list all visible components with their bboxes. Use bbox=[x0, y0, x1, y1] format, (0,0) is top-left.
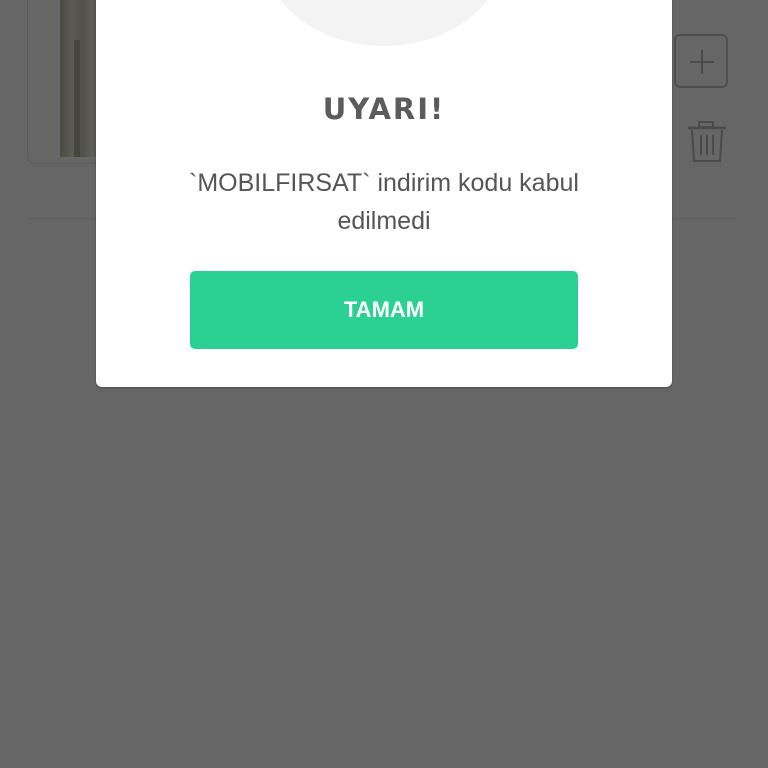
dialog-message: `MOBILFIRSAT` indirim kodu kabul edilmed… bbox=[189, 169, 579, 235]
product-image bbox=[60, 0, 100, 157]
trash-icon bbox=[688, 121, 726, 162]
delete-item-button[interactable] bbox=[686, 120, 728, 168]
alert-dialog: UYARI! `MOBILFIRSAT` indirim kodu kabul … bbox=[96, 0, 672, 387]
ok-button[interactable]: TAMAM bbox=[190, 271, 578, 349]
plus-icon bbox=[690, 50, 714, 74]
sad-face-icon bbox=[264, 0, 504, 46]
increase-quantity-button[interactable] bbox=[674, 34, 728, 88]
dialog-title: UYARI! bbox=[322, 92, 446, 126]
